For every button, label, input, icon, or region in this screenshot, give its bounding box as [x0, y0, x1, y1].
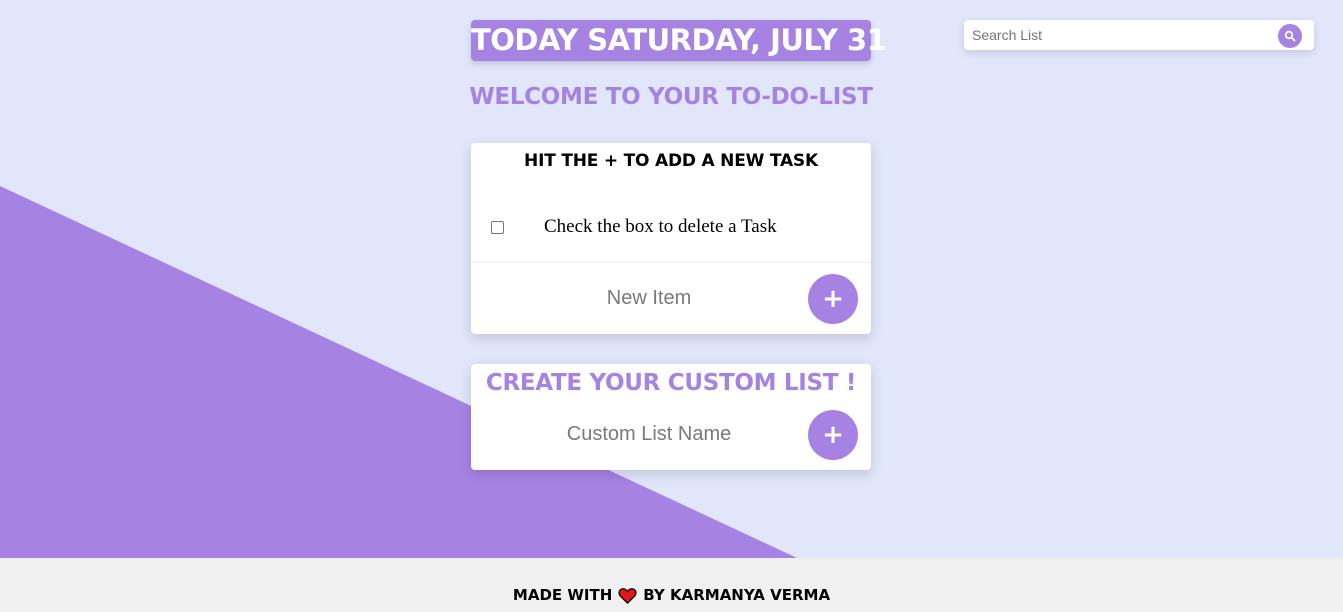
add-task-button[interactable]: + [808, 274, 858, 324]
footer-credit: MADE WITH BY KARMANYA VERMA [0, 586, 1343, 604]
heart-icon [618, 587, 637, 604]
footer-prefix: MADE WITH [512, 586, 613, 604]
task-item: Check the box to delete a Task [471, 205, 871, 263]
custom-list-title: CREATE YOUR CUSTOM LIST ! [485, 370, 857, 396]
search-input[interactable] [964, 20, 1274, 50]
search-button[interactable] [1278, 24, 1302, 48]
search-box [964, 20, 1314, 50]
task-label: Check the box to delete a Task [544, 216, 777, 237]
date-heading: TODAY SATURDAY, JULY 31 [471, 20, 887, 61]
custom-list-card: CREATE YOUR CUSTOM LIST ! + [471, 364, 871, 470]
todo-card-title: HIT THE + TO ADD A NEW TASK [524, 151, 818, 171]
search-icon [1284, 30, 1296, 42]
custom-list-name-input[interactable] [491, 417, 807, 451]
new-item-input[interactable] [491, 281, 807, 315]
todo-card: HIT THE + TO ADD A NEW TASK Check the bo… [471, 143, 871, 334]
welcome-heading: WELCOME TO YOUR TO-DO-LIST [469, 84, 873, 110]
add-custom-list-button[interactable]: + [808, 410, 858, 460]
task-checkbox[interactable] [491, 221, 504, 234]
footer: MADE WITH BY KARMANYA VERMA [0, 558, 1343, 612]
footer-suffix: BY KARMANYA VERMA [643, 586, 831, 604]
